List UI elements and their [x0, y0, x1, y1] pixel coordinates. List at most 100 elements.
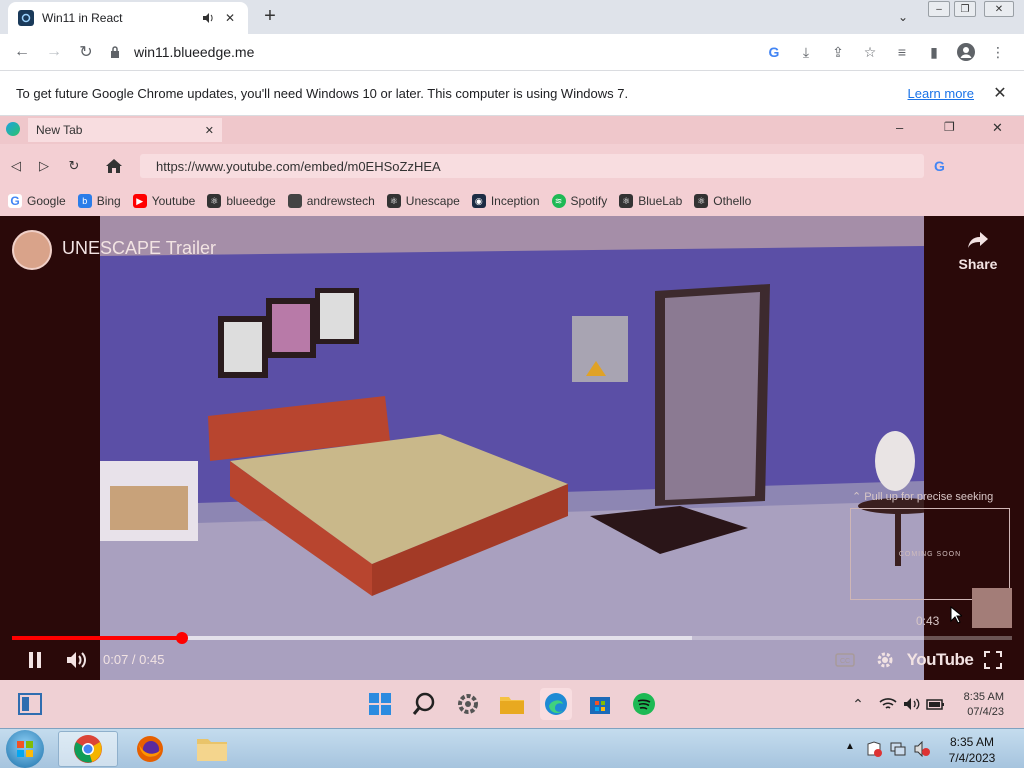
- inner-address-bar[interactable]: https://www.youtube.com/embed/m0EHSoZzHE…: [140, 154, 924, 178]
- file-explorer-icon[interactable]: [496, 688, 528, 720]
- win7-clock[interactable]: 8:35 AM 7/4/2023: [936, 734, 1008, 766]
- speaker-muted-icon[interactable]: [914, 741, 930, 757]
- video-title[interactable]: UNESCAPE Trailer: [62, 238, 216, 259]
- start-button-icon[interactable]: [364, 688, 396, 720]
- inner-tab-close-icon[interactable]: ✕: [205, 124, 214, 137]
- bookmark-label: Inception: [490, 194, 540, 208]
- captions-button[interactable]: CC: [834, 648, 856, 672]
- new-tab-button[interactable]: +: [258, 4, 282, 28]
- youtube-logo-button[interactable]: YouTube: [907, 648, 974, 672]
- back-button[interactable]: ←: [10, 40, 34, 64]
- chrome-menu-icon[interactable]: ⋮: [982, 40, 1014, 64]
- chrome-tab[interactable]: Win11 in React ✕: [8, 2, 248, 34]
- show-hidden-icons[interactable]: ▲: [845, 741, 855, 752]
- inner-home-icon[interactable]: [104, 156, 124, 176]
- inner-nav-row: ◁ ▷ ↻ https://www.youtube.com/embed/m0EH…: [0, 150, 1024, 180]
- seek-hint-label: Pull up for precise seeking: [864, 491, 994, 503]
- forward-button[interactable]: →: [42, 40, 66, 64]
- bookmark-andrewstech[interactable]: andrewstech: [287, 194, 375, 208]
- win7-taskbar: ▲ 8:35 AM 7/4/2023: [0, 728, 1024, 768]
- bookmark-inception[interactable]: ◉ Inception: [471, 194, 540, 208]
- explorer-taskbar-icon[interactable]: [182, 731, 242, 767]
- inner-tab[interactable]: New Tab ✕: [28, 118, 222, 142]
- inner-minimize-button[interactable]: –: [896, 120, 903, 135]
- inner-close-button[interactable]: ✕: [992, 120, 1003, 136]
- install-app-icon[interactable]: ⤓: [790, 40, 822, 64]
- side-panel-icon[interactable]: ▮: [918, 40, 950, 64]
- youtube-player[interactable]: UNESCAPE Trailer Share ⌃ Pull up for pre…: [0, 216, 1024, 680]
- bookmark-google[interactable]: G Google: [8, 194, 66, 208]
- bookmark-star-icon[interactable]: ☆: [854, 40, 886, 64]
- learn-more-link[interactable]: Learn more: [908, 86, 974, 101]
- minimize-button[interactable]: –: [928, 1, 950, 17]
- win7-time: 8:35 AM: [949, 735, 995, 749]
- react-icon: ⚛: [386, 194, 401, 208]
- media-controls-icon[interactable]: ≡: [886, 40, 918, 64]
- infobar-close-icon[interactable]: ✕: [992, 83, 1008, 103]
- bookmark-bing[interactable]: b Bing: [77, 194, 121, 208]
- network-icon[interactable]: [890, 741, 906, 757]
- progress-bar[interactable]: [12, 632, 1012, 644]
- inner-back-icon[interactable]: ◁: [6, 156, 26, 176]
- action-center-icon[interactable]: [866, 741, 882, 757]
- settings-gear-icon[interactable]: [452, 688, 484, 720]
- bookmark-bluelab[interactable]: ⚛ BlueLab: [619, 194, 682, 208]
- bookmark-label: Bing: [96, 194, 121, 208]
- edge-logo-icon: [6, 122, 20, 136]
- fullscreen-icon: [984, 651, 1002, 669]
- close-tab-icon[interactable]: ✕: [222, 10, 238, 26]
- mouse-cursor-icon: [950, 606, 962, 624]
- windows-start-orb-icon[interactable]: [6, 730, 44, 768]
- close-window-button[interactable]: ✕: [984, 1, 1014, 17]
- fullscreen-button[interactable]: [982, 648, 1004, 672]
- tab-search-icon[interactable]: ⌄: [898, 10, 908, 24]
- chrome-tab-title: Win11 in React: [42, 11, 123, 25]
- end-thumbnail[interactable]: [972, 588, 1012, 628]
- chevron-up-icon[interactable]: ⌃: [842, 688, 874, 720]
- store-icon[interactable]: [584, 688, 616, 720]
- firefox-taskbar-icon[interactable]: [120, 731, 180, 767]
- search-icon[interactable]: [408, 688, 440, 720]
- react-icon: ⚛: [207, 194, 222, 208]
- bookmark-spotify[interactable]: ≋ Spotify: [551, 194, 608, 208]
- win11-taskbar: ⌃ 8:35 AM 07/4/23: [0, 680, 1024, 728]
- share-page-icon[interactable]: ⇪: [822, 40, 854, 64]
- volume-button[interactable]: [64, 648, 90, 672]
- bookmark-unescape[interactable]: ⚛ Unescape: [386, 194, 460, 208]
- profile-icon[interactable]: [950, 40, 982, 64]
- settings-button[interactable]: [874, 648, 896, 672]
- audio-playing-icon[interactable]: [200, 10, 216, 26]
- spotify-taskbar-icon[interactable]: [628, 688, 660, 720]
- scrubber-handle[interactable]: [176, 632, 188, 644]
- bookmark-blueedge[interactable]: ⚛ blueedge: [207, 194, 276, 208]
- widgets-icon[interactable]: [14, 688, 46, 720]
- share-button[interactable]: Share: [950, 230, 1006, 272]
- inner-google-icon[interactable]: G: [934, 158, 945, 174]
- win11-favicon-icon: [18, 10, 34, 26]
- share-label: Share: [958, 256, 998, 272]
- bookmark-youtube[interactable]: ▶ Youtube: [132, 194, 195, 208]
- volume-icon: [67, 652, 86, 668]
- bookmark-label: Unescape: [405, 194, 460, 208]
- bookmark-label: blueedge: [226, 194, 276, 208]
- bookmark-othello[interactable]: ⚛ Othello: [694, 194, 751, 208]
- bookmark-label: Othello: [713, 194, 752, 208]
- inner-maximize-button[interactable]: ❐: [944, 120, 955, 134]
- pause-button[interactable]: [22, 648, 48, 672]
- win11-date: 07/4/23: [967, 706, 1004, 718]
- win11-clock[interactable]: 8:35 AM 07/4/23: [958, 690, 1004, 720]
- share-arrow-icon: [950, 230, 1006, 250]
- bookmark-label: Spotify: [570, 194, 608, 208]
- chrome-taskbar-icon[interactable]: [58, 731, 118, 767]
- battery-icon[interactable]: [920, 688, 952, 720]
- edge-browser-icon[interactable]: [540, 688, 572, 720]
- restore-button[interactable]: ❐: [954, 1, 976, 17]
- inner-reload-icon[interactable]: ↻: [64, 156, 84, 176]
- channel-avatar[interactable]: [12, 230, 52, 270]
- inner-forward-icon[interactable]: ▷: [34, 156, 54, 176]
- inner-tab-bar: New Tab ✕ – ❐ ✕: [0, 116, 1024, 144]
- google-lens-icon[interactable]: G: [758, 40, 790, 64]
- reload-button[interactable]: ↻: [74, 40, 98, 64]
- video-frame-bedroom: [100, 216, 924, 680]
- bookmark-label: Google: [27, 194, 66, 208]
